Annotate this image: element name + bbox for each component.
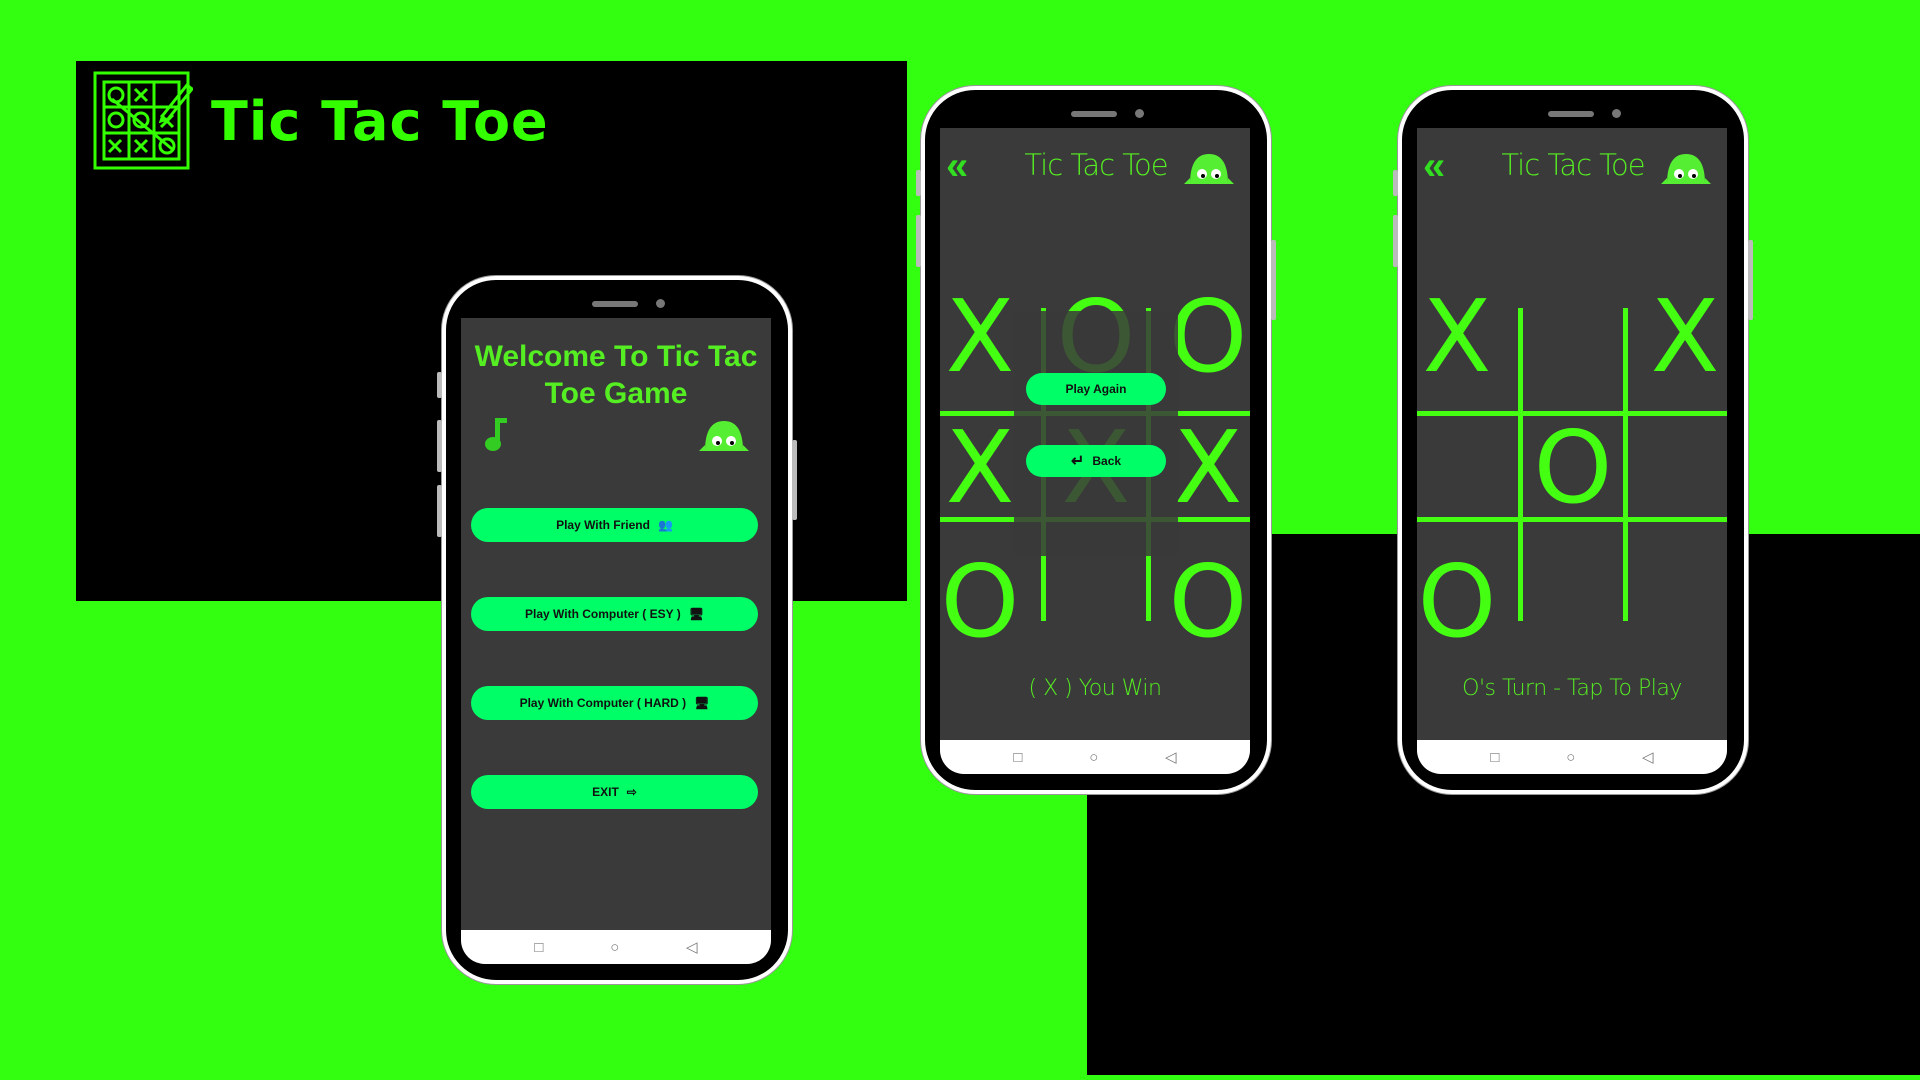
- play-with-computer-hard-button[interactable]: Play With Computer ( HARD ) 🖥: [471, 686, 758, 720]
- phone-side-button: [916, 215, 921, 267]
- result-dialog: [1014, 311, 1178, 556]
- play-with-friend-button[interactable]: Play With Friend 👥: [471, 508, 758, 542]
- monster-mascot-icon: [1661, 154, 1711, 184]
- play-again-button[interactable]: Play Again: [1026, 373, 1166, 405]
- home-icon[interactable]: ○: [1089, 749, 1098, 766]
- back-button[interactable]: ↵ Back: [1026, 445, 1166, 477]
- game-win-screen: « Tic Tac Toe X O O X X X O O Play Again…: [940, 128, 1250, 774]
- phone-game-turn: « Tic Tac Toe X X O O O's Turn - Tap To …: [1393, 86, 1753, 794]
- monitor-icon: 🖥: [688, 607, 704, 621]
- button-label: Play With Computer ( ESY ): [525, 607, 681, 621]
- phone-speaker: [592, 301, 638, 307]
- phone-power-button: [792, 440, 797, 520]
- back-nav-icon[interactable]: ◁: [686, 938, 698, 956]
- monster-mascot-icon: [1184, 154, 1234, 184]
- game-turn-screen: « Tic Tac Toe X X O O O's Turn - Tap To …: [1417, 128, 1727, 774]
- tic-tac-toe-logo-icon: [93, 71, 193, 170]
- back-chevrons-icon[interactable]: «: [946, 146, 968, 186]
- phone-side-button: [437, 372, 442, 398]
- button-label: Back: [1092, 454, 1122, 468]
- return-arrow-icon: ↵: [1070, 453, 1085, 470]
- people-icon: 👥: [657, 518, 673, 532]
- phone-speaker: [1071, 111, 1117, 117]
- board-cell[interactable]: [1044, 542, 1148, 662]
- game-status: ( X ) You Win: [1028, 676, 1162, 701]
- button-label: Play With Friend: [556, 518, 650, 532]
- board-cell[interactable]: O: [940, 542, 1032, 662]
- phone-camera: [1135, 109, 1144, 118]
- board-cell[interactable]: O: [1521, 408, 1625, 528]
- board-cell[interactable]: O: [1156, 542, 1250, 662]
- phone-menu: Welcome To Tic Tac Toe Game Play With Fr…: [437, 276, 797, 984]
- phone-side-button: [1393, 215, 1398, 267]
- exit-button[interactable]: EXIT ⇨: [471, 775, 758, 809]
- back-nav-icon[interactable]: ◁: [1165, 748, 1177, 766]
- phone-side-button: [437, 485, 442, 537]
- phone-side-button: [916, 170, 921, 196]
- board-cell[interactable]: [1633, 408, 1727, 528]
- phone-power-button: [1748, 240, 1753, 320]
- board-cell[interactable]: X: [1633, 277, 1727, 397]
- board-cell[interactable]: [1417, 408, 1509, 528]
- phone-side-button: [437, 420, 442, 472]
- recent-apps-icon[interactable]: □: [1490, 749, 1499, 766]
- android-nav-bar: □ ○ ◁: [940, 740, 1250, 774]
- board-cell[interactable]: [1521, 277, 1625, 397]
- button-label: EXIT: [592, 785, 619, 799]
- back-chevrons-icon[interactable]: «: [1423, 146, 1445, 186]
- back-nav-icon[interactable]: ◁: [1642, 748, 1654, 766]
- phone-camera: [1612, 109, 1621, 118]
- recent-apps-icon[interactable]: □: [534, 939, 543, 956]
- button-label: Play With Computer ( HARD ): [519, 696, 687, 710]
- android-nav-bar: □ ○ ◁: [1417, 740, 1727, 774]
- board-cell[interactable]: X: [1417, 277, 1509, 397]
- board-cell[interactable]: [1633, 542, 1727, 662]
- game-title: Tic Tac Toe: [1024, 148, 1168, 182]
- phone-game-win: « Tic Tac Toe X O O X X X O O Play Again…: [916, 86, 1276, 794]
- android-nav-bar: □ ○ ◁: [461, 930, 771, 964]
- home-icon[interactable]: ○: [1566, 749, 1575, 766]
- exit-icon: ⇨: [626, 785, 637, 799]
- music-icon[interactable]: [483, 416, 507, 452]
- phone-speaker: [1548, 111, 1594, 117]
- button-label: Play Again: [1065, 382, 1127, 396]
- game-title: Tic Tac Toe: [1501, 148, 1645, 182]
- recent-apps-icon[interactable]: □: [1013, 749, 1022, 766]
- game-status: O's Turn - Tap To Play: [1462, 676, 1682, 701]
- welcome-line-1: Welcome To Tic Tac: [474, 340, 758, 373]
- board-cell[interactable]: [1521, 542, 1625, 662]
- menu-screen: Welcome To Tic Tac Toe Game Play With Fr…: [461, 318, 771, 964]
- play-with-computer-easy-button[interactable]: Play With Computer ( ESY ) 🖥: [471, 597, 758, 631]
- phone-side-button: [1393, 170, 1398, 196]
- monitor-icon: 🖥: [694, 696, 710, 710]
- monster-mascot-icon: [699, 421, 749, 451]
- board-cell[interactable]: O: [1417, 542, 1509, 662]
- welcome-line-2: Toe Game: [544, 377, 688, 410]
- app-title: Tic Tac Toe: [211, 90, 549, 153]
- phone-camera: [656, 299, 665, 308]
- phone-power-button: [1271, 240, 1276, 320]
- home-icon[interactable]: ○: [610, 939, 619, 956]
- welcome-heading: Welcome To Tic Tac Toe Game: [461, 338, 771, 412]
